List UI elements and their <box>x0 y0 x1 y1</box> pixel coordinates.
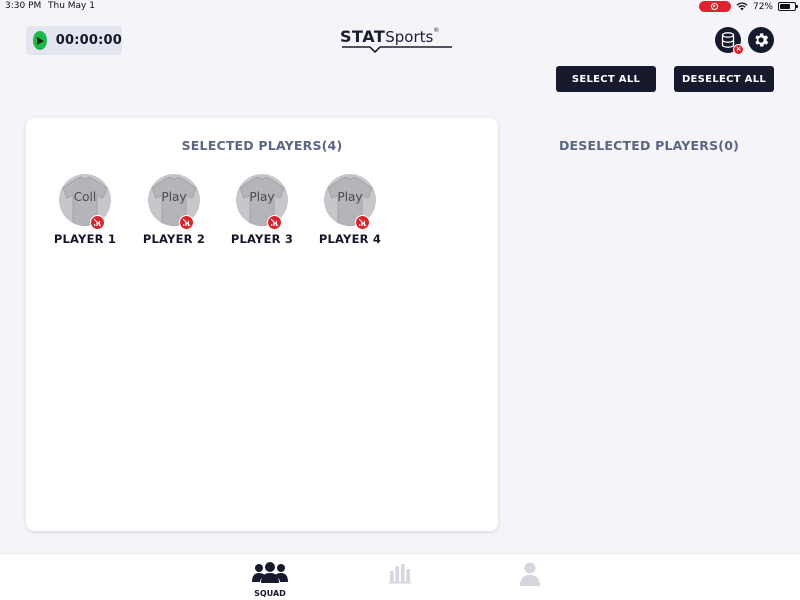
player-name: PLAYER 3 <box>230 232 294 246</box>
database-sync-button[interactable]: × <box>715 27 744 55</box>
stats-icon <box>389 564 411 584</box>
select-all-button[interactable]: SELECT ALL <box>556 66 656 92</box>
status-indicators: 72% <box>698 1 798 12</box>
tab-squad-label: SQUAD <box>254 589 286 598</box>
squad-icon <box>252 562 288 583</box>
tab-squad[interactable]: SQUAD <box>240 562 300 598</box>
avatar-initials: Play <box>161 190 187 204</box>
battery-percent: 72% <box>752 1 773 12</box>
play-icon[interactable] <box>33 31 47 50</box>
bottom-tab-bar: SQUAD <box>0 553 800 600</box>
status-time: 3:30 PM <box>5 1 42 11</box>
screen-recording-icon[interactable] <box>698 1 731 12</box>
timer-value: 00:00:00 <box>55 33 122 48</box>
wifi-icon <box>736 2 748 11</box>
error-badge-icon: × <box>733 44 744 55</box>
avatar-initials: Coll <box>73 190 97 204</box>
player-name: PLAYER 4 <box>318 232 382 246</box>
player-name: PLAYER 1 <box>53 232 117 246</box>
player-card[interactable]: Coll PLAYER 1 <box>41 174 129 246</box>
tab-stats[interactable] <box>370 562 430 588</box>
no-signal-icon <box>179 215 194 230</box>
deselected-players-title: DESELECTED PLAYERS(0) <box>558 138 740 153</box>
avatar-initials: Play <box>337 190 363 204</box>
selected-players-title: SELECTED PLAYERS(4) <box>181 138 343 153</box>
tab-profile[interactable] <box>500 562 560 590</box>
statsports-logo: STATSports® <box>340 27 462 55</box>
settings-button[interactable] <box>748 27 774 53</box>
status-date: Thu May 1 <box>48 1 95 11</box>
no-signal-icon <box>90 215 105 230</box>
no-signal-icon <box>355 215 370 230</box>
no-signal-icon <box>267 215 282 230</box>
logo-registered-mark: ® <box>433 27 440 34</box>
player-card[interactable]: Play PLAYER 2 <box>130 174 218 246</box>
session-timer: 00:00:00 <box>26 26 122 55</box>
deselect-all-button[interactable]: DESELECT ALL <box>674 66 774 92</box>
selected-players-panel: SELECTED PLAYERS(4) Coll PLAYER 1 Play P… <box>26 118 498 531</box>
avatar-initials: Play <box>249 190 275 204</box>
player-name: PLAYER 2 <box>142 232 206 246</box>
player-card[interactable]: Play PLAYER 4 <box>306 174 394 246</box>
profile-icon <box>520 562 540 586</box>
logo-swoosh <box>342 46 452 54</box>
battery-icon <box>778 2 798 11</box>
deselected-players-list <box>498 160 800 530</box>
status-bar: 3:30 PM Thu May 1 72% <box>0 0 800 14</box>
player-card[interactable]: Play PLAYER 3 <box>218 174 306 246</box>
gear-icon <box>755 33 769 47</box>
